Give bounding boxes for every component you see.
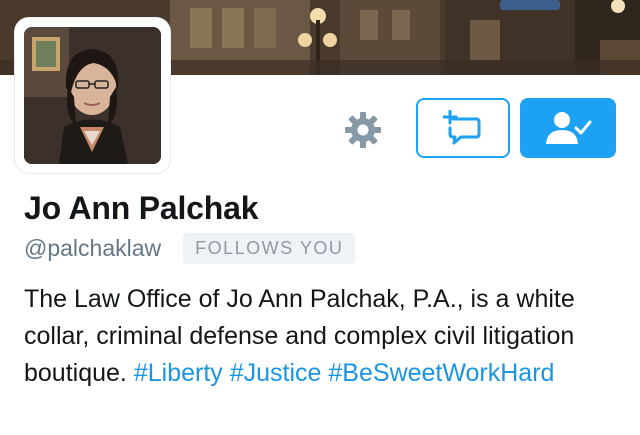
following-button[interactable] (520, 98, 616, 158)
handle-row: @palchaklaw FOLLOWS YOU (24, 232, 356, 264)
avatar[interactable] (24, 27, 161, 164)
gear-icon (345, 112, 381, 148)
user-handle[interactable]: @palchaklaw (24, 235, 161, 262)
hashtag-link[interactable]: #BeSweetWorkHard (328, 359, 554, 387)
profile-bio: The Law Office of Jo Ann Palchak, P.A., … (24, 281, 624, 392)
display-name: Jo Ann Palchak (24, 190, 259, 226)
avatar-photo (24, 27, 161, 164)
hashtag-link[interactable]: #Liberty (134, 359, 223, 387)
direct-message-button[interactable] (416, 98, 510, 158)
hashtag-link[interactable]: #Justice (230, 359, 322, 387)
new-message-icon (443, 110, 481, 145)
person-check-icon (546, 112, 592, 144)
settings-button[interactable] (340, 110, 386, 150)
follows-you-badge: FOLLOWS YOU (183, 232, 356, 264)
profile-avatar-frame[interactable] (15, 18, 170, 173)
